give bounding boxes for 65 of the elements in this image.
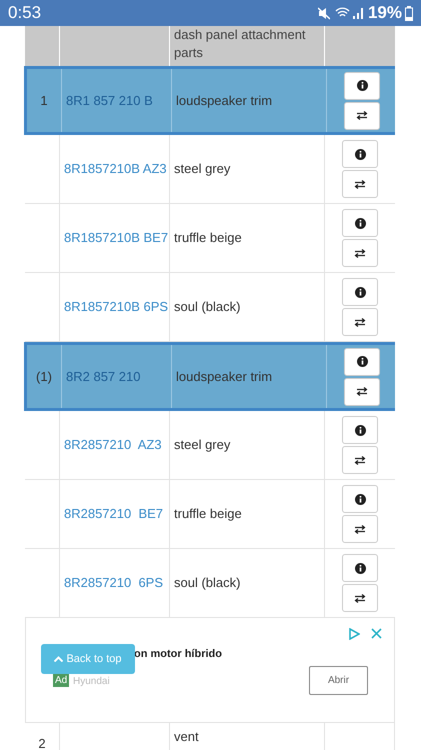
swap-button[interactable]	[342, 584, 378, 612]
description-text: truffle beige	[174, 229, 242, 248]
ad-title: on motor híbrido	[134, 647, 222, 662]
swap-button[interactable]	[342, 170, 378, 198]
part-number-link[interactable]: 8R1857210B BE7	[64, 228, 168, 248]
swap-icon	[354, 456, 366, 464]
part-number-link[interactable]: 8R2857210 BE7	[64, 504, 164, 524]
info-button[interactable]	[342, 209, 378, 237]
description-text: soul (black)	[174, 298, 240, 316]
ad-badge: Ad	[53, 674, 70, 687]
position-number: 2	[38, 735, 46, 750]
open-button[interactable]: Abrir	[309, 666, 368, 695]
swap-button[interactable]	[344, 102, 380, 130]
signal-icon	[352, 7, 364, 19]
description-text: loudspeaker trim	[176, 92, 272, 110]
battery-percentage: 19%	[368, 2, 402, 24]
swap-button[interactable]	[344, 378, 380, 406]
info-icon	[356, 356, 368, 367]
swap-button[interactable]	[342, 308, 378, 336]
mute-icon	[318, 6, 330, 20]
info-icon	[354, 148, 366, 160]
part-number-link[interactable]: 8R2857210 AZ3	[64, 435, 162, 455]
info-button[interactable]	[344, 348, 380, 376]
description-text: vent	[174, 729, 199, 744]
info-button[interactable]	[342, 554, 378, 582]
info-icon	[354, 218, 366, 228]
description-text: steel grey	[174, 436, 230, 454]
info-icon	[354, 494, 366, 504]
caret-icon	[54, 656, 64, 662]
info-button[interactable]	[342, 416, 378, 444]
info-icon	[354, 562, 366, 574]
part-number-link[interactable]: 8R1 857 210 B	[66, 90, 153, 110]
swap-icon	[354, 524, 366, 534]
info-button[interactable]	[342, 278, 378, 306]
swap-button[interactable]	[342, 515, 378, 543]
wifi-icon	[334, 7, 350, 19]
info-icon	[354, 286, 366, 298]
advertiser-name: Hyundai	[73, 675, 110, 689]
part-number-link[interactable]: 8R1857210B 6PS	[64, 297, 168, 317]
description-text: loudspeaker trim	[176, 368, 272, 386]
swap-button[interactable]	[342, 239, 378, 267]
swap-icon	[354, 180, 366, 188]
info-icon	[356, 80, 368, 91]
description-text: truffle beige	[174, 505, 242, 524]
info-button[interactable]	[342, 140, 378, 168]
clock: 0:53	[8, 2, 42, 24]
swap-icon	[356, 111, 368, 120]
swap-icon	[354, 318, 366, 326]
swap-icon	[354, 594, 366, 602]
position-number: 1	[40, 92, 48, 110]
info-button[interactable]	[342, 485, 378, 513]
swap-button[interactable]	[342, 446, 378, 474]
description-text: soul (black)	[174, 574, 240, 592]
swap-icon	[356, 387, 368, 396]
part-number-link[interactable]: 8R2 857 210	[66, 366, 140, 386]
swap-icon	[354, 248, 366, 258]
header-text: dash panel attachment parts	[174, 27, 306, 60]
back-to-top-button[interactable]: Back to top	[41, 644, 135, 674]
part-number-link[interactable]: 8R2857210 6PS	[64, 573, 164, 593]
info-icon	[354, 424, 366, 436]
description-text: steel grey	[174, 160, 230, 178]
part-number-link[interactable]: 8R1857210B AZ3	[64, 159, 167, 179]
position-number: (1)	[36, 368, 52, 386]
battery-icon	[405, 6, 413, 20]
info-button[interactable]	[344, 72, 380, 100]
